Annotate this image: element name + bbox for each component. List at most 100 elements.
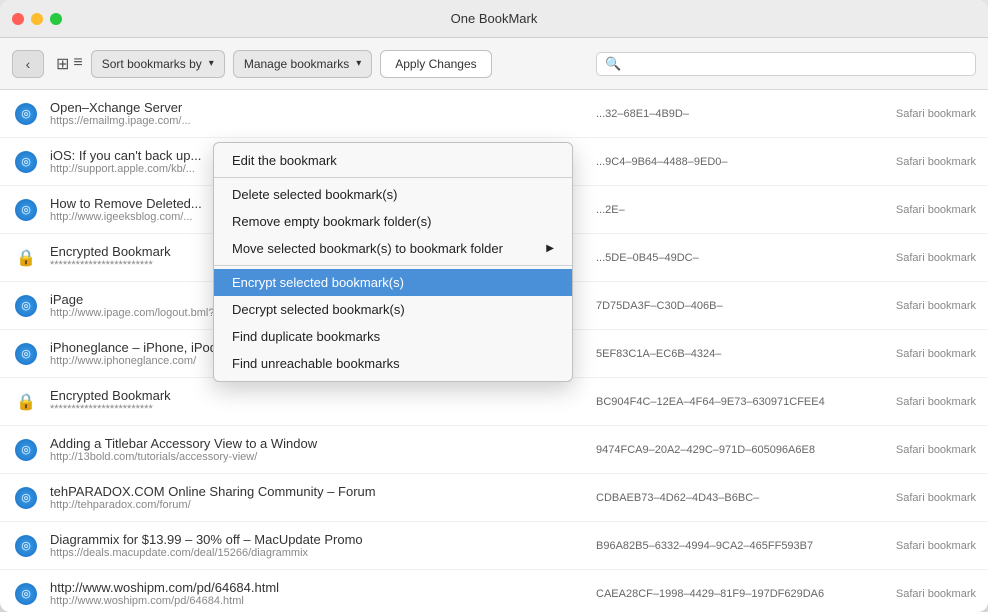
bookmark-uuid: B96A82B5–6332–4994–9CA2–465FF593B7 (586, 540, 866, 552)
menu-item-label: Edit the bookmark (232, 153, 337, 168)
menu-item-remove_empty[interactable]: Remove empty bookmark folder(s) (214, 208, 572, 235)
search-bar[interactable]: 🔍 (596, 52, 976, 76)
bookmark-icon (12, 292, 40, 320)
bookmark-icon (12, 484, 40, 512)
bookmark-info: http://www.woshipm.com/pd/64684.html htt… (50, 580, 586, 607)
bookmark-icon (12, 436, 40, 464)
menu-item-encrypt[interactable]: Encrypt selected bookmark(s) (214, 269, 572, 296)
manage-chevron-icon: ▾ (356, 58, 361, 69)
main-window: One BookMark ‹ ⊞ ≡ Sort bookmarks by ▾ M… (0, 0, 988, 612)
bookmark-source: Safari bookmark (866, 204, 976, 216)
bookmark-uuid: CDBAEB73–4D62–4D43–B6BC– (586, 492, 866, 504)
bookmark-title: Adding a Titlebar Accessory View to a Wi… (50, 436, 586, 451)
bookmark-icon: 🔒 (12, 388, 40, 416)
bookmark-row[interactable]: http://www.woshipm.com/pd/64684.html htt… (0, 570, 988, 612)
bookmark-icon (12, 580, 40, 608)
bookmark-source: Safari bookmark (866, 348, 976, 360)
menu-item-find_duplicate[interactable]: Find duplicate bookmarks (214, 323, 572, 350)
bookmark-url: http://www.woshipm.com/pd/64684.html (50, 595, 586, 607)
content-area: Open–Xchange Server https://emailmg.ipag… (0, 90, 988, 612)
menu-item-edit[interactable]: Edit the bookmark (214, 147, 572, 174)
chevron-left-icon: ‹ (26, 56, 31, 72)
bookmark-uuid: 7D75DA3F–C30D–406B– (586, 300, 866, 312)
maximize-button[interactable] (50, 13, 62, 25)
apply-label: Apply Changes (395, 57, 476, 71)
bookmark-title: tehPARADOX.COM Online Sharing Community … (50, 484, 586, 499)
menu-item-delete[interactable]: Delete selected bookmark(s) (214, 181, 572, 208)
safari-icon (15, 151, 37, 173)
bookmark-title: Open–Xchange Server (50, 100, 586, 115)
minimize-button[interactable] (31, 13, 43, 25)
bookmark-row[interactable]: Adding a Titlebar Accessory View to a Wi… (0, 426, 988, 474)
bookmark-row[interactable]: 🔒 Encrypted Bookmark *******************… (0, 378, 988, 426)
bookmark-row[interactable]: Open–Xchange Server https://emailmg.ipag… (0, 90, 988, 138)
bookmark-uuid: 9474FCA9–20A2–429C–971D–605096A6E8 (586, 444, 866, 456)
bookmark-info: tehPARADOX.COM Online Sharing Community … (50, 484, 586, 511)
menu-divider (214, 177, 572, 178)
nav-back-button[interactable]: ‹ (12, 50, 44, 78)
bookmark-info: Encrypted Bookmark *********************… (50, 388, 586, 415)
bookmark-uuid: ...5DE–0B45–49DC– (586, 252, 866, 264)
lock-icon: 🔒 (15, 247, 37, 269)
bookmark-url: https://deals.macupdate.com/deal/15266/d… (50, 547, 586, 559)
bookmark-info: Adding a Titlebar Accessory View to a Wi… (50, 436, 586, 463)
bookmark-source: Safari bookmark (866, 396, 976, 408)
sort-chevron-icon: ▾ (209, 58, 214, 69)
safari-icon (15, 583, 37, 605)
safari-icon (15, 343, 37, 365)
manage-label: Manage bookmarks (244, 57, 349, 71)
bookmark-source: Safari bookmark (866, 108, 976, 120)
safari-icon (15, 295, 37, 317)
safari-icon (15, 487, 37, 509)
menu-item-label: Find duplicate bookmarks (232, 329, 380, 344)
manage-button[interactable]: Manage bookmarks ▾ (233, 50, 372, 78)
bookmark-row[interactable]: tehPARADOX.COM Online Sharing Community … (0, 474, 988, 522)
menu-item-move[interactable]: Move selected bookmark(s) to bookmark fo… (214, 235, 572, 262)
bookmark-title: Diagrammix for $13.99 – 30% off – MacUpd… (50, 532, 586, 547)
grid-view-icon[interactable]: ⊞ (56, 54, 69, 74)
bookmark-source: Safari bookmark (866, 492, 976, 504)
titlebar: One BookMark (0, 0, 988, 38)
menu-item-decrypt[interactable]: Decrypt selected bookmark(s) (214, 296, 572, 323)
bookmark-info: Open–Xchange Server https://emailmg.ipag… (50, 100, 586, 127)
bookmark-uuid: 5EF83C1A–EC6B–4324– (586, 348, 866, 360)
bookmark-icon (12, 532, 40, 560)
bookmark-icon (12, 100, 40, 128)
bookmark-url: http://13bold.com/tutorials/accessory-vi… (50, 451, 586, 463)
menu-item-label: Delete selected bookmark(s) (232, 187, 397, 202)
menu-item-find_unreachable[interactable]: Find unreachable bookmarks (214, 350, 572, 377)
apply-button[interactable]: Apply Changes (380, 50, 491, 78)
close-button[interactable] (12, 13, 24, 25)
sort-label: Sort bookmarks by (102, 57, 202, 71)
bookmark-uuid: ...32–68E1–4B9D– (586, 108, 866, 120)
bookmark-title: Encrypted Bookmark (50, 388, 586, 403)
submenu-arrow-icon: ▶ (546, 243, 554, 254)
bookmark-icon (12, 196, 40, 224)
search-icon: 🔍 (605, 56, 621, 72)
bookmark-source: Safari bookmark (866, 300, 976, 312)
menu-item-label: Decrypt selected bookmark(s) (232, 302, 405, 317)
toolbar: ‹ ⊞ ≡ Sort bookmarks by ▾ Manage bookmar… (0, 38, 988, 90)
safari-icon (15, 439, 37, 461)
bookmark-url: ************************ (50, 403, 586, 415)
manage-dropdown-menu[interactable]: Edit the bookmark Delete selected bookmar… (213, 142, 573, 382)
view-toggle: ⊞ ≡ (56, 54, 83, 74)
bookmark-source: Safari bookmark (866, 444, 976, 456)
safari-icon (15, 199, 37, 221)
bookmark-icon: 🔒 (12, 244, 40, 272)
menu-item-label: Remove empty bookmark folder(s) (232, 214, 431, 229)
bookmark-uuid: ...9C4–9B64–4488–9ED0– (586, 156, 866, 168)
bookmark-info: Diagrammix for $13.99 – 30% off – MacUpd… (50, 532, 586, 559)
bookmark-uuid: ...2E– (586, 204, 866, 216)
bookmark-uuid: CAEA28CF–1998–4429–81F9–197DF629DA6 (586, 588, 866, 600)
bookmark-row[interactable]: Diagrammix for $13.99 – 30% off – MacUpd… (0, 522, 988, 570)
bookmark-uuid: BC904F4C–12EA–4F64–9E73–630971CFEE4 (586, 396, 866, 408)
bookmark-source: Safari bookmark (866, 588, 976, 600)
safari-icon (15, 535, 37, 557)
search-input[interactable] (626, 57, 967, 71)
bookmark-title: http://www.woshipm.com/pd/64684.html (50, 580, 586, 595)
sort-button[interactable]: Sort bookmarks by ▾ (91, 50, 225, 78)
list-view-icon[interactable]: ≡ (73, 54, 82, 74)
traffic-lights (12, 13, 62, 25)
bookmark-source: Safari bookmark (866, 540, 976, 552)
